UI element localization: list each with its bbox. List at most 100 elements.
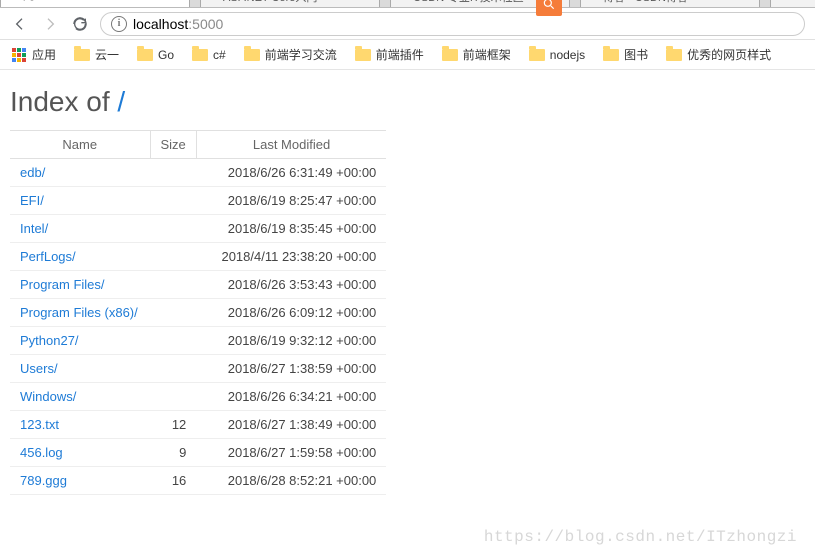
back-button[interactable] — [10, 14, 30, 34]
address-bar[interactable]: i localhost:5000 — [100, 12, 805, 36]
folder-icon — [74, 49, 90, 61]
entry-link[interactable]: Python27/ — [20, 333, 79, 348]
bookmark-item[interactable]: 云一 — [74, 46, 119, 63]
cell-modified: 2018/6/27 1:59:58 +00:00 — [196, 439, 386, 467]
title-path: / — [117, 86, 125, 117]
cell-name: 456.log — [10, 439, 150, 467]
folder-icon — [192, 49, 208, 61]
folder-icon — [603, 49, 619, 61]
folder-icon — [666, 49, 682, 61]
cell-size — [150, 271, 196, 299]
cell-modified: 2018/4/11 23:38:20 +00:00 — [196, 243, 386, 271]
entry-link[interactable]: 123.txt — [20, 417, 59, 432]
bookmark-label: 云一 — [95, 46, 119, 63]
entry-link[interactable]: 456.log — [20, 445, 63, 460]
cell-name: edb/ — [10, 159, 150, 187]
table-row: 123.txt 122018/6/27 1:38:49 +00:00 — [10, 411, 386, 439]
cell-modified: 2018/6/26 3:53:43 +00:00 — [196, 271, 386, 299]
tab-label: pgAdmin 4 — [23, 0, 76, 1]
table-row: Program Files (x86)/2018/6/26 6:09:12 +0… — [10, 299, 386, 327]
entry-link[interactable]: Windows/ — [20, 389, 76, 404]
browser-toolbar: i localhost:5000 — [0, 8, 815, 40]
browser-tabstrip: pgAdmin 4 ASP.NET Core入门 CSDN-专业IT技术社区 博… — [0, 0, 815, 8]
page-title: Index of / — [10, 86, 805, 118]
bookmark-label: 前端插件 — [376, 46, 424, 63]
cell-size: 9 — [150, 439, 196, 467]
table-row: Windows/2018/6/26 6:34:21 +00:00 — [10, 383, 386, 411]
reload-button[interactable] — [70, 14, 90, 34]
page-content: Index of / Name Size Last Modified edb/2… — [0, 70, 815, 511]
cell-modified: 2018/6/27 1:38:49 +00:00 — [196, 411, 386, 439]
col-header-name: Name — [10, 131, 150, 159]
apps-button[interactable]: 应用 — [12, 46, 56, 63]
bookmark-item[interactable]: 图书 — [603, 46, 648, 63]
bookmark-item[interactable]: 前端学习交流 — [244, 46, 337, 63]
entry-link[interactable]: 789.ggg — [20, 473, 67, 488]
entry-link[interactable]: Program Files/ — [20, 277, 105, 292]
apps-label: 应用 — [32, 46, 56, 63]
bookmark-item[interactable]: Go — [137, 48, 174, 62]
table-row: edb/2018/6/26 6:31:49 +00:00 — [10, 159, 386, 187]
watermark: https://blog.csdn.net/ITzhongzi — [484, 528, 797, 546]
browser-tab[interactable]: ASP.NET Core入门 — [200, 0, 380, 8]
browser-tab[interactable]: 博客 - CSDN博客 — [580, 0, 760, 8]
bookmark-label: 前端框架 — [463, 46, 511, 63]
bookmark-label: 优秀的网页样式 — [687, 46, 771, 63]
forward-button[interactable] — [40, 14, 60, 34]
folder-icon — [442, 49, 458, 61]
cell-size — [150, 383, 196, 411]
entry-link[interactable]: Intel/ — [20, 221, 48, 236]
cell-name: 789.ggg — [10, 467, 150, 495]
cell-name: Windows/ — [10, 383, 150, 411]
cell-modified: 2018/6/28 8:52:21 +00:00 — [196, 467, 386, 495]
entry-link[interactable]: Users/ — [20, 361, 58, 376]
search-icon — [542, 0, 556, 11]
table-header-row: Name Size Last Modified — [10, 131, 386, 159]
bookmark-item[interactable]: nodejs — [529, 48, 585, 62]
bookmark-item[interactable]: c# — [192, 48, 226, 62]
cell-modified: 2018/6/19 9:32:12 +00:00 — [196, 327, 386, 355]
cell-size: 12 — [150, 411, 196, 439]
entry-link[interactable]: PerfLogs/ — [20, 249, 76, 264]
cell-name: Program Files/ — [10, 271, 150, 299]
bookmark-label: nodejs — [550, 48, 585, 62]
cell-modified: 2018/6/19 8:35:45 +00:00 — [196, 215, 386, 243]
folder-icon — [355, 49, 371, 61]
tab-label: 博客 - CSDN博客 — [603, 0, 688, 4]
table-row: Users/2018/6/27 1:38:59 +00:00 — [10, 355, 386, 383]
cell-name: Program Files (x86)/ — [10, 299, 150, 327]
cell-size: 16 — [150, 467, 196, 495]
cell-size — [150, 327, 196, 355]
cell-size — [150, 299, 196, 327]
bookmark-item[interactable]: 优秀的网页样式 — [666, 46, 771, 63]
table-row: PerfLogs/2018/4/11 23:38:20 +00:00 — [10, 243, 386, 271]
folder-icon — [137, 49, 153, 61]
tab-label: CSDN-专业IT技术社区 — [413, 0, 524, 4]
bookmark-item[interactable]: 前端插件 — [355, 46, 424, 63]
bookmark-label: 前端学习交流 — [265, 46, 337, 63]
table-row: 789.ggg 162018/6/28 8:52:21 +00:00 — [10, 467, 386, 495]
bookmark-label: 图书 — [624, 46, 648, 63]
table-row: EFI/2018/6/19 8:25:47 +00:00 — [10, 187, 386, 215]
cell-name: Users/ — [10, 355, 150, 383]
entry-link[interactable]: edb/ — [20, 165, 45, 180]
entry-link[interactable]: Program Files (x86)/ — [20, 305, 138, 320]
cell-modified: 2018/6/26 6:31:49 +00:00 — [196, 159, 386, 187]
cell-name: Python27/ — [10, 327, 150, 355]
cell-name: EFI/ — [10, 187, 150, 215]
table-row: Program Files/2018/6/26 3:53:43 +00:00 — [10, 271, 386, 299]
bookmark-item[interactable]: 前端框架 — [442, 46, 511, 63]
table-row: Python27/2018/6/19 9:32:12 +00:00 — [10, 327, 386, 355]
entry-link[interactable]: EFI/ — [20, 193, 44, 208]
directory-listing-table: Name Size Last Modified edb/2018/6/26 6:… — [10, 130, 386, 495]
browser-tab[interactable]: csdn — [770, 0, 815, 8]
cell-size — [150, 243, 196, 271]
cell-modified: 2018/6/19 8:25:47 +00:00 — [196, 187, 386, 215]
url-host: localhost — [133, 16, 188, 32]
cell-modified: 2018/6/26 6:34:21 +00:00 — [196, 383, 386, 411]
site-info-icon[interactable]: i — [111, 16, 127, 32]
cell-name: Intel/ — [10, 215, 150, 243]
browser-tab[interactable]: pgAdmin 4 — [0, 0, 190, 8]
col-header-size: Size — [150, 131, 196, 159]
url-path: :5000 — [188, 16, 223, 32]
